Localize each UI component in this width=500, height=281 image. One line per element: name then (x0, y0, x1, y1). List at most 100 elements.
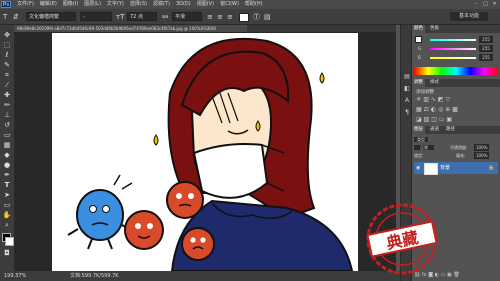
menu-window[interactable]: 窗口(W) (220, 1, 239, 7)
fill-input[interactable]: 100% (474, 152, 490, 159)
lookup-icon[interactable]: ▩ (452, 106, 458, 113)
blue-value[interactable]: 255 (479, 54, 493, 61)
gradient-map-icon[interactable]: ▭ (439, 116, 445, 123)
red-slider[interactable]: R 255 (416, 36, 500, 43)
tab-color[interactable]: 颜色 (412, 25, 425, 33)
pen-tool-icon[interactable]: ✒ (2, 171, 12, 180)
menu-image[interactable]: 图像(I) (63, 1, 78, 7)
dodge-tool-icon[interactable]: ● (2, 161, 12, 170)
eraser-tool-icon[interactable]: ▭ (2, 131, 12, 140)
align-left-icon[interactable]: ≡ (207, 13, 213, 21)
close-button[interactable]: ✕ (491, 0, 498, 9)
invert-icon[interactable]: ◪ (416, 116, 422, 123)
posterize-icon[interactable]: ▨ (424, 116, 430, 123)
vibrance-icon[interactable]: ▽ (445, 96, 450, 103)
crop-tool-icon[interactable]: ⌗ (2, 71, 12, 80)
quick-mask-icon[interactable]: ◘ (2, 249, 12, 258)
menu-file[interactable]: 文件(F) (17, 1, 34, 7)
layer-row-background[interactable]: ◉ 背景 🔒 (414, 162, 498, 175)
eye-icon[interactable]: ◉ (416, 162, 420, 174)
font-family-select[interactable]: 文化偏楷简繁 (26, 12, 76, 21)
blur-tool-icon[interactable]: ◆ (2, 151, 12, 160)
delete-layer-icon[interactable]: 🗑 (453, 272, 459, 278)
tab-layers[interactable]: 图层 (412, 126, 425, 134)
document-tab[interactable]: 98c89e8c201099l.a8d7c73d0d5d6c89-503dd8b… (14, 25, 247, 32)
red-value[interactable]: 255 (479, 36, 493, 43)
menu-layer[interactable]: 图层(L) (84, 1, 101, 7)
gradient-tool-icon[interactable]: ▦ (2, 141, 12, 150)
marquee-tool-icon[interactable]: ⬚ (2, 41, 12, 50)
new-layer-icon[interactable]: ▣ (447, 272, 452, 278)
green-label: G (418, 46, 422, 51)
tab-swatches[interactable]: 色板 (428, 25, 441, 33)
menu-select[interactable]: 选择(S) (130, 1, 147, 7)
clone-stamp-tool-icon[interactable]: ⊥ (2, 111, 12, 120)
properties-panel-icon[interactable]: ◧ (403, 85, 411, 93)
green-slider[interactable]: G 255 (416, 45, 500, 52)
eyedropper-tool-icon[interactable]: ⁄ (2, 81, 12, 90)
canvas-image[interactable] (52, 33, 358, 271)
menu-type[interactable]: 文字(Y) (107, 1, 124, 7)
move-tool-icon[interactable]: ✥ (2, 31, 12, 40)
photo-filter-icon[interactable]: ◎ (438, 106, 443, 113)
exposure-icon[interactable]: ◩ (438, 96, 444, 103)
character-panel-icon[interactable]: ▤ (264, 13, 271, 21)
path-select-tool-icon[interactable]: ➤ (2, 191, 12, 200)
menu-edit[interactable]: 编辑(E) (40, 1, 57, 7)
layer-kind-select[interactable]: 类型 (414, 137, 428, 142)
type-tool-icon[interactable]: T (3, 13, 7, 21)
channel-mixer-icon[interactable]: ⊕ (445, 106, 450, 113)
paragraph-panel-icon[interactable]: ¶ (403, 109, 411, 117)
black-white-icon[interactable]: ◐ (431, 106, 436, 113)
selective-color-icon[interactable]: ▣ (446, 116, 452, 123)
blend-mode-select[interactable]: 正常 (414, 145, 434, 150)
opacity-input[interactable]: 100% (474, 144, 490, 151)
menu-view[interactable]: 视图(V) (197, 1, 214, 7)
font-size-select[interactable]: 72 点 (127, 12, 157, 21)
red-track[interactable] (430, 39, 476, 41)
workspace-select[interactable]: 基本功能 (450, 12, 488, 21)
shape-tool-icon[interactable]: ▭ (2, 201, 12, 210)
text-color-swatch[interactable] (239, 13, 249, 22)
menu-3d[interactable]: 3D(D) (176, 1, 191, 7)
green-value[interactable]: 255 (479, 45, 493, 52)
group-icon[interactable]: ▭ (441, 272, 446, 278)
minimize-button[interactable]: – (473, 0, 480, 9)
healing-tool-icon[interactable]: ✚ (2, 91, 12, 100)
background-color-swatch[interactable] (5, 237, 14, 246)
levels-icon[interactable]: ▥ (423, 96, 429, 103)
type-tool-icon[interactable]: T (2, 181, 12, 190)
blue-track[interactable] (430, 57, 476, 59)
history-brush-tool-icon[interactable]: ↺ (2, 121, 12, 130)
tab-styles[interactable]: 样式 (428, 79, 441, 87)
tab-adjustments[interactable]: 调整 (412, 79, 425, 87)
brightness-icon[interactable]: ☀ (416, 96, 421, 103)
font-style-select[interactable]: - (80, 12, 112, 21)
color-balance-icon[interactable]: ⚖ (424, 106, 429, 113)
maximize-button[interactable]: □ (482, 0, 489, 9)
warp-text-icon[interactable]: Ⓣ (253, 13, 260, 21)
zoom-level[interactable]: 199.37% (4, 271, 26, 281)
tab-paths[interactable]: 路径 (444, 126, 457, 134)
toggle-orientation-icon[interactable]: ⇵ (13, 13, 19, 21)
history-panel-icon[interactable]: ▤ (403, 73, 411, 81)
blue-slider[interactable]: B 255 (416, 54, 500, 61)
align-center-icon[interactable]: ≡ (217, 13, 223, 21)
hand-tool-icon[interactable]: ✋ (2, 211, 12, 220)
menu-help[interactable]: 帮助(H) (245, 1, 263, 7)
menu-filter[interactable]: 滤镜(T) (153, 1, 170, 7)
green-track[interactable] (430, 48, 476, 50)
antialias-select[interactable]: 平滑 (172, 12, 202, 21)
lasso-tool-icon[interactable]: ℓ (2, 51, 12, 60)
zoom-tool-icon[interactable]: ⌕ (2, 221, 12, 230)
quick-select-tool-icon[interactable]: ✎ (2, 61, 12, 70)
hue-icon[interactable]: ▦ (416, 106, 422, 113)
character-panel-icon[interactable]: A (403, 97, 411, 105)
adjust-title: 添加调整 (416, 90, 434, 95)
tab-channels[interactable]: 通道 (428, 126, 441, 134)
threshold-icon[interactable]: ◫ (431, 116, 437, 123)
color-spectrum[interactable] (414, 67, 498, 75)
brush-tool-icon[interactable]: ✏ (2, 101, 12, 110)
curves-icon[interactable]: ∿ (431, 96, 436, 103)
align-right-icon[interactable]: ≡ (227, 13, 233, 21)
